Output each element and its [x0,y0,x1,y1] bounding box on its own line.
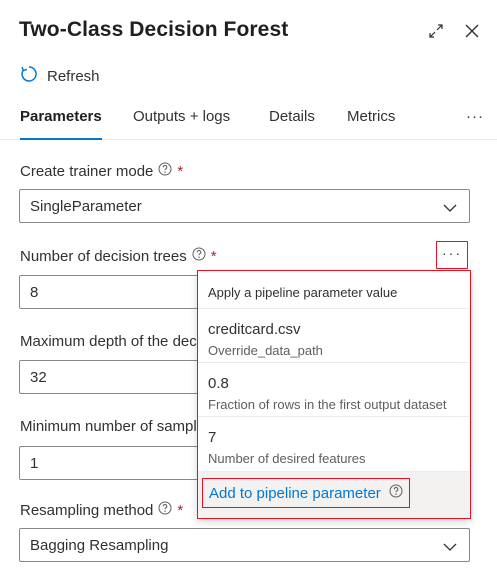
help-icon[interactable] [192,247,206,265]
option-description: Override_data_path [208,343,323,358]
tab-outputs-logs[interactable]: Outputs + logs [133,108,230,140]
tab-bar: Parameters Outputs + logs Details Metric… [0,100,497,140]
max-depth-value: 32 [30,368,47,386]
pipeline-parameter-option[interactable]: 0.8 Fraction of rows in the first output… [198,362,469,416]
chevron-down-icon [443,200,457,217]
pipeline-parameter-dropdown: Apply a pipeline parameter value creditc… [197,270,471,519]
close-icon[interactable] [460,19,484,43]
option-name: creditcard.csv [208,321,301,338]
min-samples-value: 1 [30,454,39,472]
tab-details[interactable]: Details [269,108,315,140]
resampling-select[interactable]: Bagging Resampling [19,528,470,562]
option-description: Fraction of rows in the first output dat… [208,397,447,412]
trainer-mode-value: SinglePara­meter [30,197,142,215]
option-name: 7 [208,429,217,446]
expand-icon[interactable] [424,19,448,43]
module-properties-panel: Two-Class Decision Forest Refresh Parame… [0,0,497,580]
panel-title: Two-Class Decision Forest [19,18,289,41]
option-name: 0.8 [208,375,229,392]
resampling-label: Resampling method * [20,501,183,519]
more-icon: ··· [442,245,462,261]
num-trees-label: Number of decision trees * [20,247,217,265]
add-to-pipeline-parameter-label: Add to pipeline parameter [209,484,381,502]
help-icon[interactable] [158,501,172,519]
max-depth-label: Maximum depth of the decision trees [20,333,197,350]
pipeline-parameter-more-button[interactable]: ··· [436,241,468,269]
min-samples-label: Minimum number of samples per leaf node [20,418,197,435]
trainer-mode-label-text: Create trainer mode [20,162,154,180]
pipeline-parameter-option[interactable]: 7 Number of desired features [198,416,469,470]
trainer-mode-label: Create trainer mode * [20,162,183,180]
required-marker: * [177,162,184,180]
num-trees-label-text: Number of decision trees [20,247,187,265]
max-depth-label-text: Maximum depth of the decision trees [20,333,197,350]
trainer-mode-select[interactable]: SinglePara­meter [19,189,470,223]
refresh-icon [19,64,39,89]
help-icon[interactable] [389,484,403,503]
refresh-label: Refresh [47,67,100,85]
dropdown-header: Apply a pipeline parameter value [208,285,398,300]
tab-metrics[interactable]: Metrics [347,108,395,140]
pipeline-parameter-option[interactable]: creditcard.csv Override_data_path [198,308,469,362]
required-marker: * [177,501,184,519]
min-samples-label-text: Minimum number of samples per leaf node [20,418,197,435]
refresh-button[interactable]: Refresh [19,64,100,88]
tabs-more-button[interactable]: ··· [466,108,484,140]
num-trees-value: 8 [30,283,39,301]
resampling-label-text: Resampling method [20,501,154,519]
help-icon[interactable] [158,162,172,180]
dropdown-footer: Add to pipeline parameter [198,471,469,518]
tab-parameters[interactable]: Parameters [20,108,102,140]
option-description: Number of desired features [208,451,366,466]
resampling-value: Bagging Resampling [30,536,169,554]
add-to-pipeline-parameter-button[interactable]: Add to pipeline parameter [202,478,410,508]
chevron-down-icon [443,539,457,556]
required-marker: * [210,247,217,265]
